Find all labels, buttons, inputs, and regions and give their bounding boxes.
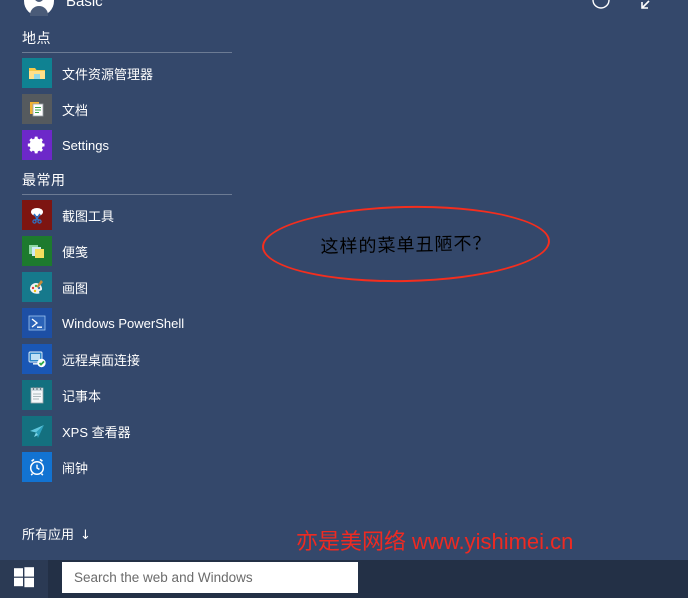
- app-label: 截图工具: [62, 209, 115, 225]
- app-label: 远程桌面连接: [62, 353, 141, 369]
- power-icon[interactable]: [589, 0, 613, 11]
- app-item-documents[interactable]: 文档: [22, 94, 237, 124]
- account-name: Basic: [66, 0, 103, 10]
- app-item-alarm-clock[interactable]: 闹钟: [22, 452, 237, 482]
- app-item-paint[interactable]: 画图: [22, 272, 237, 302]
- app-item-powershell[interactable]: Windows PowerShell: [22, 308, 237, 338]
- app-item-xps-viewer[interactable]: XPS 查看器: [22, 416, 237, 446]
- arrow-down-icon: ↓: [80, 528, 91, 543]
- file-explorer-icon: [22, 58, 52, 88]
- search-input[interactable]: [62, 562, 358, 593]
- search-box[interactable]: [62, 562, 358, 593]
- documents-icon: [22, 94, 52, 124]
- paint-icon: [22, 272, 52, 302]
- app-label: 闹钟: [62, 461, 89, 477]
- app-label: 文档: [62, 103, 89, 119]
- sticky-notes-icon: [22, 236, 52, 266]
- section-divider-places: [22, 52, 232, 53]
- app-item-notepad[interactable]: 记事本: [22, 380, 237, 410]
- annotation-text: 这样的菜单丑陋不？: [320, 233, 492, 258]
- app-item-settings[interactable]: Settings: [22, 130, 237, 160]
- app-item-snipping-tool[interactable]: 截图工具: [22, 200, 237, 230]
- app-item-remote-desktop[interactable]: 远程桌面连接: [22, 344, 237, 374]
- app-item-file-explorer[interactable]: 文件资源管理器: [22, 58, 237, 88]
- annotation-callout: 这样的菜单丑陋不？: [261, 202, 551, 286]
- section-header-places: 地点: [22, 31, 51, 47]
- app-label: Settings: [62, 137, 109, 153]
- settings-gear-icon: [22, 130, 52, 160]
- expand-icon[interactable]: [639, 0, 663, 11]
- alarm-clock-icon: [22, 452, 52, 482]
- app-label: Windows PowerShell: [62, 315, 185, 331]
- app-item-sticky-notes[interactable]: 便笺: [22, 236, 237, 266]
- all-apps-label: 所有应用: [22, 528, 75, 543]
- section-header-most-used: 最常用: [22, 173, 66, 189]
- app-label: XPS 查看器: [62, 424, 131, 440]
- section-divider-most-used: [22, 194, 232, 195]
- app-label: 记事本: [62, 389, 102, 405]
- account-row[interactable]: Basic: [24, 0, 103, 18]
- app-label: 文件资源管理器: [62, 67, 154, 83]
- watermark-url: www.yishimei.cn: [412, 529, 574, 554]
- watermark-brand: 亦是美网络: [296, 530, 407, 555]
- remote-desktop-icon: [22, 344, 52, 374]
- app-label: 便笺: [62, 245, 89, 261]
- app-label: 画图: [62, 281, 89, 297]
- start-button[interactable]: [0, 560, 48, 598]
- windows-logo-icon: [13, 566, 35, 593]
- snipping-tool-icon: [22, 200, 52, 230]
- watermark: 亦是美网络 www.yishimei.cn: [296, 524, 573, 556]
- xps-viewer-icon: [22, 416, 52, 446]
- powershell-icon: [22, 308, 52, 338]
- all-apps-button[interactable]: 所有应用 ↓: [22, 524, 91, 543]
- user-avatar-icon[interactable]: [24, 0, 54, 16]
- notepad-icon: [22, 380, 52, 410]
